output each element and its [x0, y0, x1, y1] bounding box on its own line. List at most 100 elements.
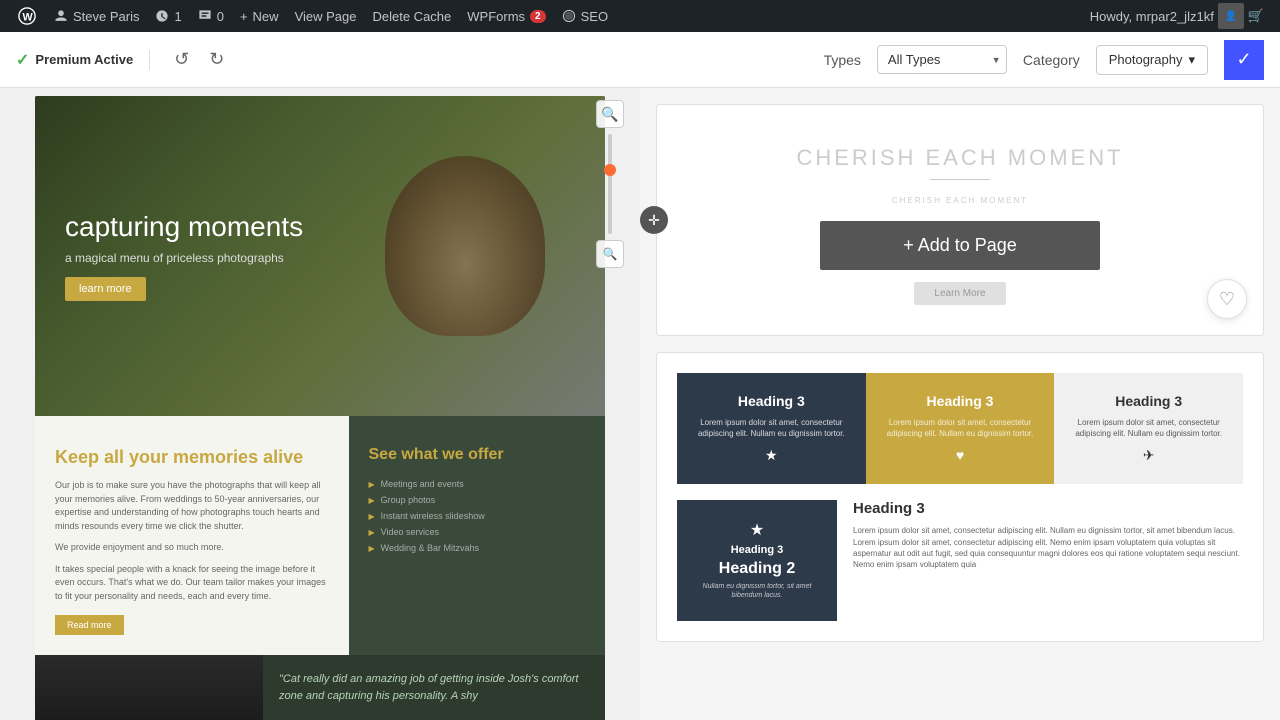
heading-cards-row: Heading 3 Lorem ipsum dolor sit amet, co… [677, 373, 1243, 484]
check-icon: ✓ [16, 50, 29, 70]
wpforms-item[interactable]: WPForms 2 [459, 0, 553, 32]
list-item: ▶Wedding & Bar Mitzvahs [369, 540, 586, 556]
wpforms-label: WPForms [467, 9, 525, 24]
comments-item[interactable]: 0 [190, 0, 232, 32]
undo-button[interactable]: ↺ [166, 45, 197, 74]
svg-text:W: W [23, 12, 34, 24]
hcard-text-1: Lorem ipsum dolor sit amet, consectetur … [691, 417, 852, 439]
delete-cache-label: Delete Cache [372, 9, 451, 24]
editor-panel: 🔍 🔍 capturing moments a magical menu of … [0, 88, 640, 720]
revisions-count: 1 [174, 9, 181, 24]
zoom-slider[interactable] [596, 134, 624, 234]
menu-items: ▶Meetings and events ▶Group photos ▶Inst… [369, 476, 586, 556]
zoom-out-button[interactable]: 🔍 [596, 240, 624, 268]
admin-bar: W Steve Paris 1 0 + New View Page Delete… [0, 0, 1280, 32]
template-panel[interactable]: ✛ CHERISH EACH MOMENT CHERISH EACH MOMEN… [640, 88, 1280, 720]
template-hero-preview: CHERISH EACH MOMENT CHERISH EACH MOMENT … [657, 105, 1263, 335]
hero-cta-button[interactable]: learn more [65, 277, 146, 301]
avatar: 👤 [1218, 3, 1244, 29]
quote-text: "Cat really did an amazing job of gettin… [279, 671, 589, 704]
bottom-left-image [35, 655, 263, 720]
seo-item[interactable]: SEO [554, 0, 616, 32]
list-item: ▶Instant wireless slideshow [369, 508, 586, 524]
template-cards-section: Heading 3 Lorem ipsum dolor sit amet, co… [657, 353, 1263, 641]
types-label: Types [824, 52, 861, 68]
heading-card-light: Heading 3 Lorem ipsum dolor sit amet, co… [1054, 373, 1243, 484]
squirrel-image [385, 156, 545, 336]
new-label: New [253, 9, 279, 24]
premium-label: Premium Active [35, 52, 133, 67]
hero-section: capturing moments a magical menu of pric… [35, 96, 605, 416]
howdy-label: Howdy, mrpar2_jlz1kf [1090, 9, 1214, 24]
star-icon: ★ [691, 447, 852, 464]
howdy-section[interactable]: Howdy, mrpar2_jlz1kf 👤 🛒 [1090, 3, 1272, 29]
template-card-2: Heading 3 Lorem ipsum dolor sit amet, co… [656, 352, 1264, 642]
view-page-label: View Page [295, 9, 357, 24]
hcard-title-1: Heading 3 [691, 393, 852, 409]
hcard-bottom-right: Heading 3 Lorem ipsum dolor sit amet, co… [853, 500, 1243, 570]
hcard-title-2: Heading 3 [880, 393, 1041, 409]
list-item: ▶Group photos [369, 492, 586, 508]
photography-filter-button[interactable]: Photography ▾ [1096, 45, 1208, 75]
comments-count: 0 [217, 9, 224, 24]
info-section: Keep all your memories alive Our job is … [35, 416, 605, 655]
seo-label: SEO [581, 9, 608, 24]
heading-cards-bottom: ★ Heading 3 Heading 2 Nullam eu dignissi… [677, 500, 1243, 620]
info-heading: Keep all your memories alive [55, 446, 329, 469]
confirm-button[interactable]: ✓ [1224, 40, 1264, 80]
site-name-label: Steve Paris [73, 9, 139, 24]
hcard-bottom-left: ★ Heading 3 Heading 2 Nullam eu dignissi… [677, 500, 837, 620]
hcard-text-3: Lorem ipsum dolor sit amet, consectetur … [1068, 417, 1229, 439]
hcard-bottom-h2: Heading 2 [691, 560, 823, 578]
heading-card-dark: Heading 3 Lorem ipsum dolor sit amet, co… [677, 373, 866, 484]
category-label: Category [1023, 52, 1080, 68]
zoom-in-button[interactable]: 🔍 [596, 100, 624, 128]
types-select-wrapper[interactable]: All Types [877, 45, 1007, 74]
new-item[interactable]: + New [232, 0, 287, 32]
site-name[interactable]: Steve Paris [46, 0, 147, 32]
divider [930, 179, 990, 180]
template-sub-title: CHERISH EACH MOMENT [677, 196, 1243, 205]
template-main-title: CHERISH EACH MOMENT [677, 145, 1243, 171]
read-more-button[interactable]: Read more [55, 615, 124, 635]
history-buttons: ↺ ↻ [166, 45, 232, 74]
heart-icon: ♥ [880, 447, 1041, 463]
cart-icon[interactable]: 🛒 [1248, 8, 1264, 24]
revisions-item[interactable]: 1 [147, 0, 189, 32]
hcard-right-title: Heading 3 [853, 500, 1243, 517]
view-page-item[interactable]: View Page [287, 0, 365, 32]
main-layout: 🔍 🔍 capturing moments a magical menu of … [0, 88, 1280, 720]
check-icon: ✓ [1236, 49, 1251, 70]
add-to-page-button[interactable]: + Add to Page [820, 221, 1100, 270]
preview-content: capturing moments a magical menu of pric… [35, 96, 605, 720]
hcard-text-2: Lorem ipsum dolor sit amet, consectetur … [880, 417, 1041, 439]
drag-handle[interactable]: ✛ [640, 206, 668, 234]
zoom-out-icon: 🔍 [603, 247, 618, 261]
template-card-1-container: ✛ CHERISH EACH MOMENT CHERISH EACH MOMEN… [656, 104, 1264, 336]
hero-text: capturing moments a magical menu of pric… [35, 191, 333, 321]
zoom-in-icon: 🔍 [601, 106, 618, 123]
premium-badge: ✓ Premium Active [16, 50, 150, 70]
hcard-right-text: Lorem ipsum dolor sit amet, consectetur … [853, 525, 1243, 570]
learn-more-button[interactable]: Learn More [914, 282, 1005, 305]
bottom-section: "Cat really did an amazing job of gettin… [35, 655, 605, 720]
favorite-button[interactable]: ♡ [1207, 279, 1247, 319]
wp-logo[interactable]: W [8, 0, 46, 32]
editor-topbar: ✓ Premium Active ↺ ↻ Types All Types Cat… [0, 32, 1280, 88]
info-left: Keep all your memories alive Our job is … [35, 416, 349, 655]
info-p2: We provide enjoyment and so much more. [55, 541, 329, 555]
hcard-bottom-text: Nullam eu dignissim tortor, sit amet bib… [691, 582, 823, 600]
redo-button[interactable]: ↻ [201, 45, 232, 74]
heading-card-gold: Heading 3 Lorem ipsum dolor sit amet, co… [866, 373, 1055, 484]
list-item: ▶Meetings and events [369, 476, 586, 492]
arrow-icon: ✈ [1068, 447, 1229, 464]
hero-title: capturing moments [65, 211, 303, 243]
info-right: See what we offer ▶Meetings and events ▶… [349, 416, 606, 655]
hero-subtitle: a magical menu of priceless photographs [65, 251, 303, 265]
info-right-title: See what we offer [369, 446, 586, 464]
chevron-down-icon: ▾ [1188, 52, 1195, 68]
delete-cache-item[interactable]: Delete Cache [364, 0, 459, 32]
bottom-right-quote: "Cat really did an amazing job of gettin… [263, 655, 605, 720]
types-select[interactable]: All Types [877, 45, 1007, 74]
star-icon-bottom: ★ [691, 520, 823, 540]
